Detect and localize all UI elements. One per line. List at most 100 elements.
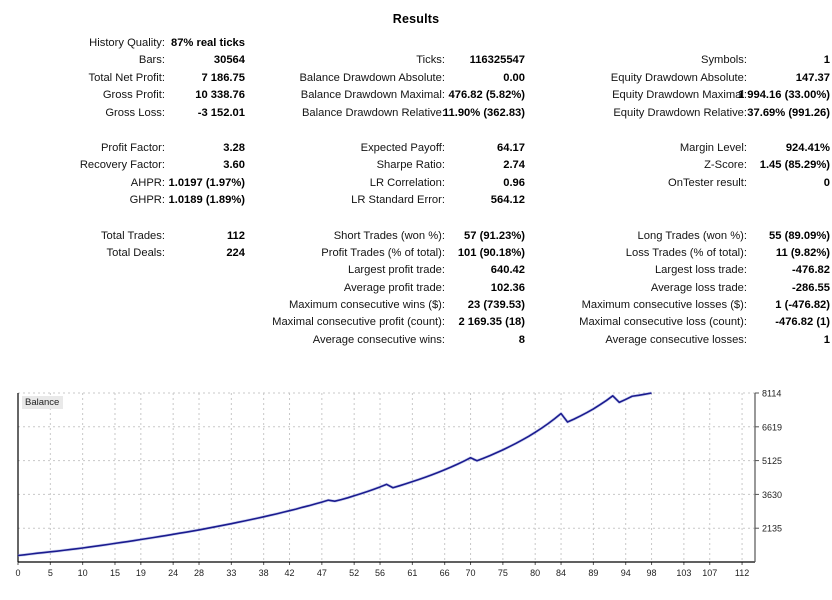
stat-value: 0.00 (503, 71, 525, 84)
stat-cell: Equity Drawdown Absolute: 147.37 (530, 71, 832, 88)
stat-cell: Maximum consecutive wins ($): 23 (739.53) (250, 298, 530, 315)
stat-block-gap (0, 123, 832, 141)
stat-value: 37.69% (991.26) (747, 106, 830, 119)
chart-x-tick-label: 103 (676, 568, 691, 578)
stat-value: 64.17 (497, 141, 525, 154)
stat-row: Total Trades: 112 Short Trades (won %): 57 … (0, 229, 832, 246)
stat-value: 2.74 (503, 159, 525, 172)
stat-value: 10 338.76 (195, 89, 245, 102)
stat-cell: Maximum consecutive losses ($): 1 (-476.8… (530, 298, 832, 315)
stat-cell: Z-Score: 1.45 (85.29%) (530, 158, 832, 175)
stat-value: 1.0197 (1.97%) (168, 176, 246, 189)
stat-row: Profit Factor: 3.28 Expected Payoff: 64.17 M… (0, 141, 832, 158)
chart-x-tick-label: 0 (15, 568, 20, 578)
stat-cell: Largest loss trade: -476.82 (530, 263, 832, 280)
stat-cell: LR Correlation: 0.96 (250, 176, 530, 193)
stat-cell: Largest profit trade: 640.42 (250, 263, 530, 280)
stat-row: Total Net Profit: 7 186.75 Balance Drawdow… (0, 71, 832, 88)
stat-row: History Quality: 87% real ticks (0, 36, 832, 53)
stat-row: AHPR: 1.0197 (1.97%) LR Correlation: 0.96 On… (0, 176, 832, 193)
chart-x-tick-label: 112 (735, 568, 749, 578)
stat-cell: Equity Drawdown Relative: 37.69% (991.26) (530, 106, 832, 123)
stat-cell: Long Trades (won %): 55 (89.09%) (530, 229, 832, 246)
chart-x-tick-label: 89 (588, 568, 598, 578)
stat-value: 1 (823, 333, 830, 346)
stat-cell: Average consecutive losses: 1 (530, 333, 832, 350)
chart-x-tick-label: 28 (194, 568, 204, 578)
statistics-grid: History Quality: 87% real ticks Bars: 30564… (0, 36, 832, 350)
chart-x-tick-label: 61 (407, 568, 417, 578)
chart-x-tick-label: 42 (285, 568, 295, 578)
stat-value: 57 (91.23%) (464, 229, 525, 242)
stat-value: 116325547 (469, 54, 525, 67)
stat-value: 101 (90.18%) (457, 246, 525, 259)
stat-value: 640.42 (490, 264, 525, 277)
stat-cell: Total Trades: 112 (0, 229, 250, 246)
stat-row: Average consecutive wins: 8 Average consec… (0, 333, 832, 350)
stat-row: Total Deals: 224 Profit Trades (% of total… (0, 246, 832, 263)
stat-cell: Bars: 30564 (0, 53, 250, 70)
chart-x-tick-label: 47 (317, 568, 327, 578)
stat-value: 1.0189 (1.89%) (168, 194, 246, 207)
stat-value: 112 (226, 229, 245, 242)
chart-x-tick-label: 33 (226, 568, 236, 578)
stat-cell: GHPR: 1.0189 (1.89%) (0, 193, 250, 210)
stat-cell: Symbols: 1 (530, 53, 832, 70)
chart-y-tick-label: 2135 (762, 524, 782, 534)
stat-block: Profit Factor: 3.28 Expected Payoff: 64.17 M… (0, 141, 832, 211)
stat-cell: Margin Level: 924.41% (530, 141, 832, 158)
stat-row: Average profit trade: 102.36 Average loss … (0, 281, 832, 298)
stat-cell: Total Deals: 224 (0, 246, 250, 263)
stat-cell: Balance Drawdown Maximal: 476.82 (5.82%) (250, 88, 530, 105)
chart-x-tick-label: 56 (375, 568, 385, 578)
stat-value: 11.90% (362.83) (442, 106, 525, 119)
balance-chart-svg: 2135 3630 5125 6619 8114 0 5 10 15 19 24 28 33 38 42 47… (15, 389, 782, 579)
chart-x-tick-label: 10 (78, 568, 88, 578)
stat-value: 87% real ticks (170, 37, 245, 49)
chart-x-tick-label: 52 (349, 568, 359, 578)
chart-x-tick-label: 70 (466, 568, 476, 578)
stat-cell: History Quality: 87% real ticks (0, 36, 250, 53)
stat-value: 102.36 (490, 281, 525, 294)
balance-chart: 2135 3630 5125 6619 8114 0 5 10 15 19 24 28 33 38 42 47… (0, 382, 832, 600)
stat-row: Recovery Factor: 3.60 Sharpe Ratio: 2.74 Z-S… (0, 158, 832, 175)
stat-value: 564.12 (490, 194, 525, 207)
stat-cell: OnTester result: 0 (530, 176, 832, 193)
stat-value: 3.60 (223, 159, 245, 172)
stat-block: History Quality: 87% real ticks Bars: 30564… (0, 36, 832, 123)
chart-y-tick-label: 5125 (762, 456, 782, 466)
stat-cell: Average consecutive wins: 8 (250, 333, 530, 350)
chart-x-tick-label: 75 (498, 568, 508, 578)
stat-value: 55 (89.09%) (769, 229, 830, 242)
stat-value: 1 (823, 54, 830, 67)
chart-x-tick-label: 94 (621, 568, 631, 578)
stat-value: -476.82 (1) (775, 316, 830, 329)
stat-row: Maximum consecutive wins ($): 23 (739.53)… (0, 298, 832, 315)
chart-plot-background (18, 393, 755, 562)
stat-cell: Maximal consecutive loss (count): -476.82… (530, 315, 832, 332)
chart-legend-label: Balance (22, 396, 64, 409)
chart-x-tick-label: 5 (48, 568, 53, 578)
stat-cell: Profit Factor: 3.28 (0, 141, 250, 158)
stat-cell: Average profit trade: 102.36 (250, 281, 530, 298)
stat-row: Largest profit trade: 640.42 Largest loss … (0, 263, 832, 280)
chart-x-tick-label: 15 (110, 568, 120, 578)
chart-y-tick-label: 3630 (762, 490, 782, 500)
stat-row: Bars: 30564 Ticks: 116325547 Symbols: 1 (0, 53, 832, 70)
stat-value: 224 (226, 246, 245, 259)
stat-value: 2 169.35 (18) (458, 316, 525, 329)
chart-x-tick-label: 66 (440, 568, 450, 578)
chart-x-tick-label: 19 (136, 568, 146, 578)
stat-value: 147.37 (795, 71, 830, 84)
stat-value: 23 (739.53) (467, 299, 525, 312)
stat-block-gap (0, 211, 832, 229)
stat-cell: Balance Drawdown Absolute: 0.00 (250, 71, 530, 88)
page-title: Results (392, 12, 440, 26)
stat-cell: Average loss trade: -286.55 (530, 281, 832, 298)
stat-cell: Total Net Profit: 7 186.75 (0, 71, 250, 88)
stat-row: Gross Loss: -3 152.01 Balance Drawdown Rel… (0, 106, 832, 123)
stat-value: 3.28 (223, 141, 245, 154)
chart-x-tick-label: 84 (556, 568, 566, 578)
stat-row: GHPR: 1.0189 (1.89%) LR Standard Error: 564… (0, 193, 832, 210)
chart-y-tick-label: 6619 (762, 422, 782, 432)
